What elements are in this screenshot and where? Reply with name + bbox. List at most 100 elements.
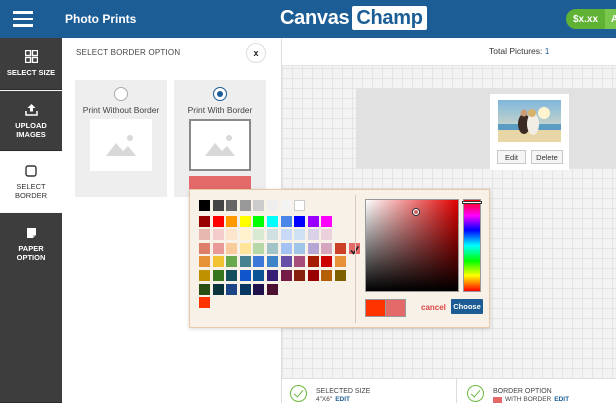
palette-swatch[interactable] xyxy=(280,229,292,241)
image-placeholder-icon xyxy=(189,119,251,171)
palette-swatch[interactable] xyxy=(212,215,224,227)
palette-swatch[interactable] xyxy=(253,283,265,295)
palette-swatch[interactable] xyxy=(335,256,346,268)
edit-size-link[interactable]: EDIT xyxy=(335,396,350,403)
palette-swatch[interactable] xyxy=(199,242,210,254)
photo-thumbnail[interactable] xyxy=(498,100,561,142)
palette-swatch[interactable] xyxy=(199,270,210,281)
palette-swatch[interactable] xyxy=(294,256,306,268)
square-icon xyxy=(25,164,37,177)
palette-swatch[interactable] xyxy=(199,229,210,241)
palette-swatch[interactable] xyxy=(226,215,238,227)
palette-swatch[interactable] xyxy=(335,242,346,254)
palette-swatch[interactable] xyxy=(267,242,278,254)
palette-swatch[interactable] xyxy=(321,242,333,254)
photo-card: Edit Delete xyxy=(490,94,569,170)
saturation-value-picker[interactable] xyxy=(365,199,459,292)
sidebar-item-select-border[interactable]: SELECT BORDER xyxy=(0,152,62,212)
palette-swatch[interactable] xyxy=(212,242,224,254)
palette-swatch[interactable] xyxy=(294,229,306,241)
palette-swatch[interactable] xyxy=(280,256,292,268)
palette-swatch[interactable] xyxy=(226,256,238,268)
hamburger-menu-icon[interactable] xyxy=(0,0,46,38)
palette-swatch[interactable] xyxy=(212,229,224,241)
palette-swatch[interactable] xyxy=(280,200,292,211)
palette-swatch[interactable] xyxy=(267,256,278,268)
cancel-button[interactable]: cancel xyxy=(421,303,446,312)
edit-border-link[interactable]: EDIT xyxy=(554,396,569,403)
sidebar-item-upload-images[interactable]: UPLOAD IMAGES xyxy=(0,91,62,151)
palette-swatch[interactable] xyxy=(280,215,292,227)
palette-swatch[interactable] xyxy=(239,270,251,281)
add-to-cart-button[interactable]: A xyxy=(605,9,616,29)
palette-swatch[interactable] xyxy=(212,256,224,268)
option-print-without-border[interactable]: Print Without Border xyxy=(75,80,167,197)
palette-swatch[interactable] xyxy=(199,256,210,268)
option-print-with-border[interactable]: Print With Border xyxy=(174,80,266,197)
price-badge[interactable]: $x.xx A xyxy=(566,9,616,29)
palette-swatch[interactable] xyxy=(239,256,251,268)
palette-swatch[interactable] xyxy=(253,256,265,268)
palette-swatch[interactable] xyxy=(199,215,210,227)
radio-without-border[interactable] xyxy=(114,87,128,101)
palette-swatch[interactable] xyxy=(253,242,265,254)
palette-swatch[interactable] xyxy=(307,215,319,227)
radio-with-border[interactable] xyxy=(213,87,227,101)
palette-swatch[interactable] xyxy=(321,229,333,241)
palette-swatch[interactable] xyxy=(226,200,238,211)
palette-swatch[interactable] xyxy=(239,242,251,254)
edit-photo-button[interactable]: Edit xyxy=(497,150,526,164)
palette-swatch[interactable] xyxy=(321,270,333,281)
divider xyxy=(456,379,457,403)
palette-swatch[interactable] xyxy=(199,200,210,211)
color-cursor[interactable] xyxy=(413,209,419,215)
palette-swatch[interactable] xyxy=(307,256,319,268)
palette-swatch[interactable] xyxy=(226,283,238,295)
palette-swatch[interactable] xyxy=(199,297,210,309)
palette-swatch[interactable] xyxy=(226,242,238,254)
sidebar-item-select-size[interactable]: SELECT SIZE xyxy=(0,38,62,90)
palette-swatch[interactable] xyxy=(239,215,251,227)
hue-slider[interactable] xyxy=(462,199,482,292)
palette-swatch[interactable] xyxy=(321,215,333,227)
palette-swatch[interactable] xyxy=(294,200,306,211)
palette-swatch[interactable] xyxy=(239,200,251,211)
paper-icon xyxy=(26,228,36,238)
palette-swatch[interactable] xyxy=(294,270,306,281)
sidebar-item-label: OPTION xyxy=(16,253,46,262)
palette-swatch[interactable] xyxy=(307,270,319,281)
hue-slider-handle[interactable] xyxy=(462,201,482,204)
palette-swatch[interactable] xyxy=(280,242,292,254)
choose-button[interactable]: Choose xyxy=(451,299,483,314)
palette-swatch[interactable] xyxy=(294,242,306,254)
sidebar-item-paper-option[interactable]: PAPER OPTION xyxy=(0,213,62,403)
palette-swatch[interactable] xyxy=(199,283,210,295)
app-title: Photo Prints xyxy=(65,12,137,26)
palette-swatch[interactable] xyxy=(280,270,292,281)
palette-swatch[interactable] xyxy=(239,229,251,241)
palette-swatch[interactable] xyxy=(267,283,278,295)
palette-swatch[interactable] xyxy=(267,215,278,227)
palette-swatch[interactable] xyxy=(253,270,265,281)
delete-photo-button[interactable]: Delete xyxy=(531,150,563,164)
option-label: Print With Border xyxy=(187,105,253,115)
close-panel-button[interactable]: x xyxy=(246,43,266,63)
palette-swatch[interactable] xyxy=(267,229,278,241)
palette-swatch[interactable] xyxy=(267,200,278,211)
palette-swatch[interactable] xyxy=(212,270,224,281)
palette-swatch[interactable] xyxy=(212,283,224,295)
canvaschamp-logo[interactable]: Canvas Champ xyxy=(280,6,427,30)
palette-swatch[interactable] xyxy=(307,242,319,254)
palette-swatch[interactable] xyxy=(253,229,265,241)
palette-swatch[interactable] xyxy=(307,229,319,241)
palette-swatch[interactable] xyxy=(267,270,278,281)
palette-swatch[interactable] xyxy=(321,256,333,268)
palette-swatch[interactable] xyxy=(335,270,346,281)
palette-swatch[interactable] xyxy=(226,229,238,241)
palette-swatch[interactable] xyxy=(294,215,306,227)
palette-swatch[interactable] xyxy=(212,200,224,211)
palette-swatch[interactable] xyxy=(239,283,251,295)
palette-swatch[interactable] xyxy=(253,200,265,211)
palette-swatch[interactable] xyxy=(253,215,265,227)
palette-swatch[interactable] xyxy=(226,270,238,281)
